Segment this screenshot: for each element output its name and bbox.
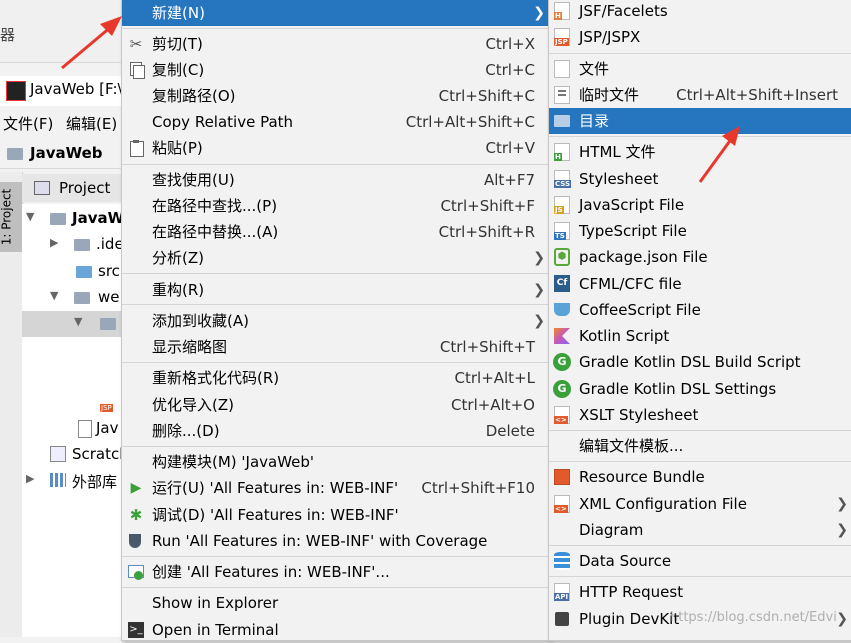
watermark: https://blog.csdn.net/Edvi [670,610,837,625]
annotation-arrows [61,16,740,183]
annotation-arrow-directory [698,126,740,183]
annotation-arrow-new [61,16,122,70]
